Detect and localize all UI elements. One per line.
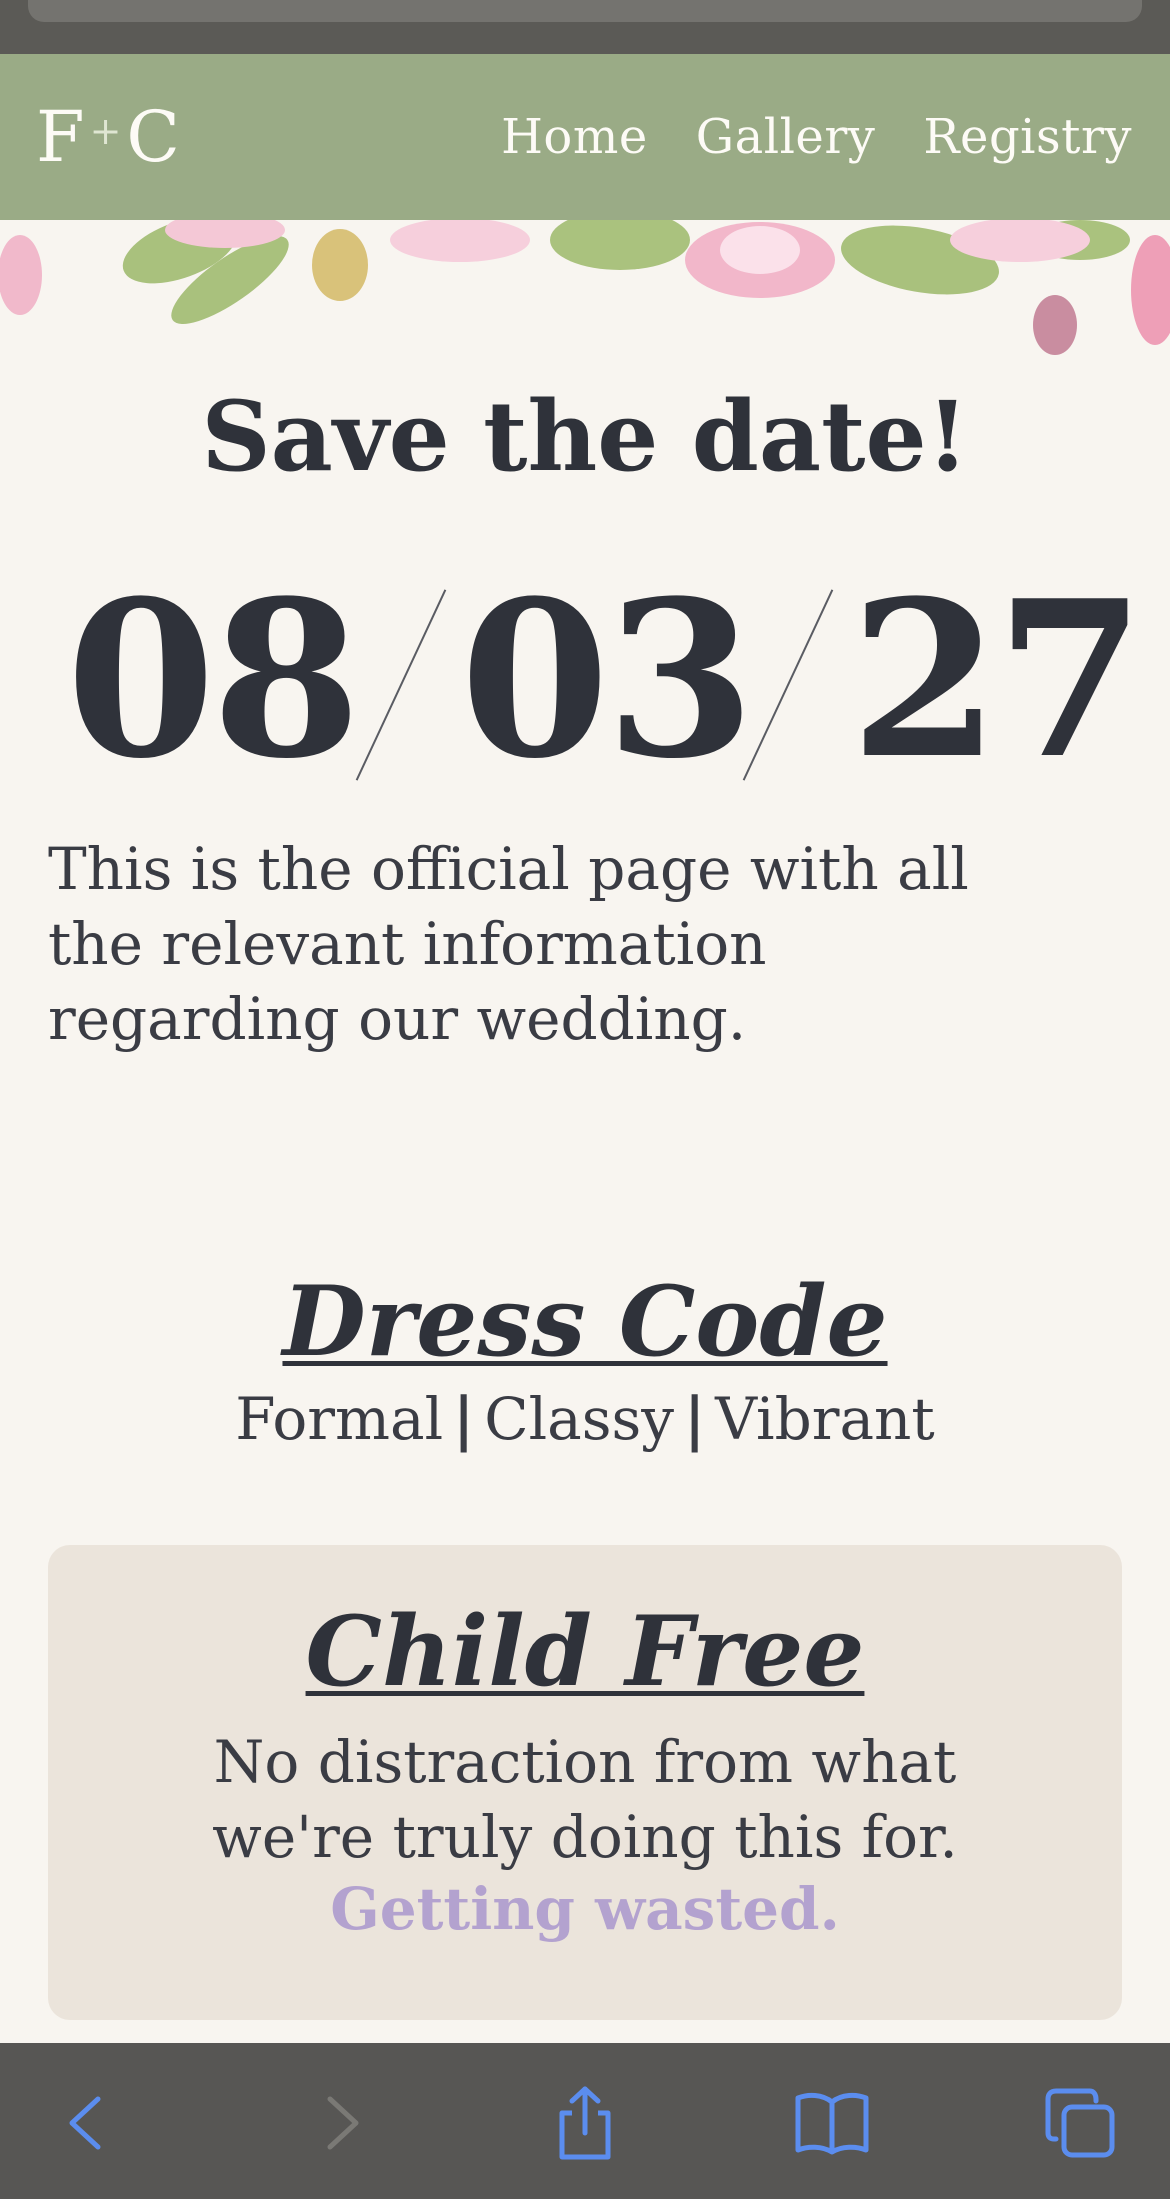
date-year: 27 [850, 553, 1145, 806]
child-free-highlight: Getting wasted. [330, 1875, 840, 1943]
dress-code-separator: | [684, 1385, 706, 1453]
child-free-text: No distraction from what we're truly doi… [212, 1728, 958, 1871]
back-icon [69, 2096, 101, 2150]
browser-toolbar [0, 2043, 1170, 2199]
share-button[interactable] [545, 2083, 625, 2163]
bookmarks-icon [795, 2092, 869, 2155]
nav-registry-link[interactable]: Registry [923, 109, 1132, 165]
nav-gallery-link[interactable]: Gallery [696, 109, 876, 165]
child-free-title: Child Free [305, 1595, 865, 1708]
address-bar[interactable] [28, 0, 1142, 22]
floral-banner [0, 220, 1170, 355]
main-nav: Home Gallery Registry [501, 109, 1132, 165]
page-title: Save the date! [201, 380, 969, 493]
dress-code-list: Formal | Classy | Vibrant [0, 1385, 1170, 1453]
date-day: 03 [460, 553, 755, 806]
bookmarks-button[interactable] [792, 2083, 872, 2163]
share-icon [559, 2086, 611, 2160]
site-header: F + C Home Gallery Registry [0, 54, 1170, 220]
logo-initial-right: C [126, 96, 181, 178]
tabs-button[interactable] [1040, 2083, 1120, 2163]
intro-text: This is the official page with all the r… [48, 835, 969, 1053]
dress-code-title: Dress Code [282, 1265, 888, 1378]
dress-code-separator: | [453, 1385, 475, 1453]
dress-code-item: Classy [484, 1385, 675, 1453]
date-divider [742, 589, 834, 781]
forward-icon [327, 2096, 359, 2150]
tabs-icon [1045, 2088, 1115, 2158]
child-free-card: Child Free No distraction from what we'r… [48, 1545, 1122, 2020]
nav-home-link[interactable]: Home [501, 109, 648, 165]
logo-initial-left: F [36, 96, 86, 178]
site-logo[interactable]: F + C [36, 96, 181, 178]
wedding-date: 08 03 27 [60, 553, 1145, 806]
dress-code-item: Formal [235, 1385, 444, 1453]
logo-plus: + [89, 109, 123, 153]
date-divider [355, 589, 447, 781]
back-button[interactable] [48, 2083, 128, 2163]
browser-top-bar [0, 0, 1170, 54]
forward-button[interactable] [300, 2083, 380, 2163]
date-month: 08 [66, 553, 361, 806]
dress-code-item: Vibrant [715, 1385, 935, 1453]
